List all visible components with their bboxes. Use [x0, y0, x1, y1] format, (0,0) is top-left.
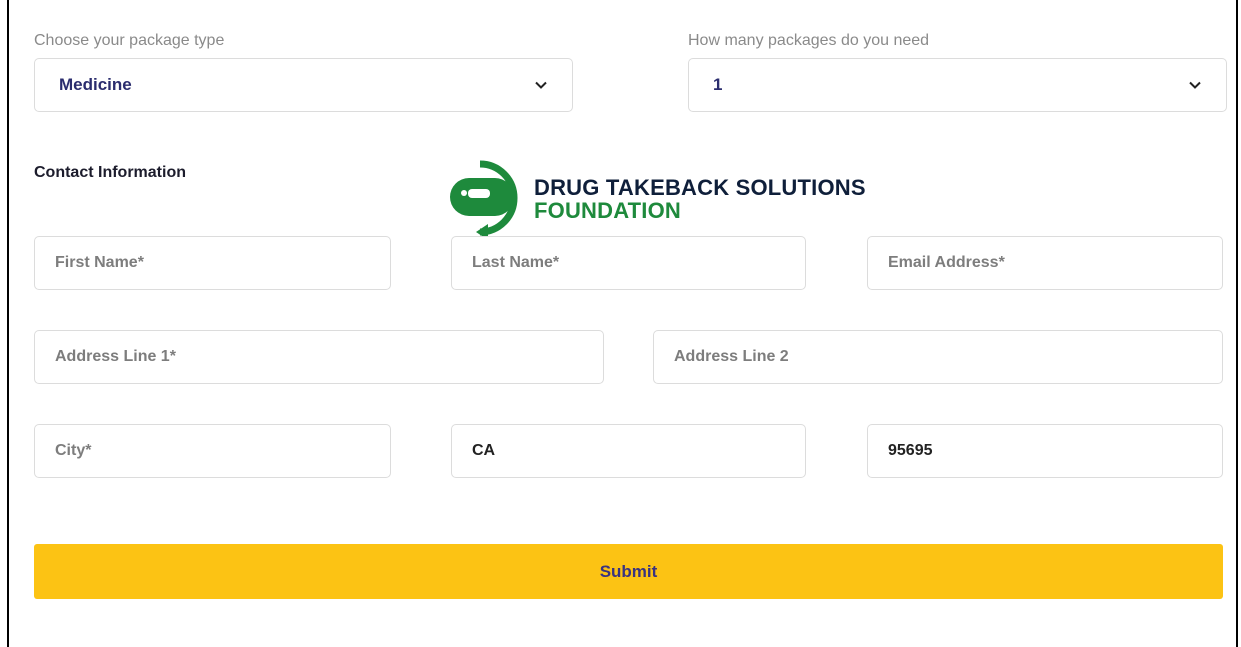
- address-line-2-input[interactable]: [653, 330, 1223, 384]
- contact-info-heading: Contact Information: [34, 164, 186, 181]
- pill-return-icon: [450, 160, 518, 240]
- chevron-down-icon: [1188, 78, 1202, 92]
- city-input[interactable]: [34, 424, 391, 478]
- logo-title: DRUG TAKEBACK SOLUTIONS: [534, 174, 866, 200]
- package-type-select[interactable]: Medicine: [34, 58, 573, 112]
- last-name-input[interactable]: [451, 236, 806, 290]
- address-line-1-input[interactable]: [34, 330, 604, 384]
- submit-button[interactable]: Submit: [34, 544, 1223, 599]
- email-input[interactable]: [867, 236, 1223, 290]
- package-count-select[interactable]: 1: [688, 58, 1227, 112]
- brand-logo: DRUG TAKEBACK SOLUTIONS FOUNDATION: [446, 158, 866, 240]
- package-count-value: 1: [713, 75, 723, 94]
- package-type-label: Choose your package type: [34, 32, 225, 49]
- chevron-down-icon: [534, 78, 548, 92]
- state-input[interactable]: [451, 424, 806, 478]
- package-count-label: How many packages do you need: [688, 32, 930, 49]
- zip-input[interactable]: [867, 424, 1223, 478]
- logo-subtitle: FOUNDATION: [534, 198, 682, 223]
- first-name-input[interactable]: [34, 236, 391, 290]
- package-type-value: Medicine: [59, 75, 132, 94]
